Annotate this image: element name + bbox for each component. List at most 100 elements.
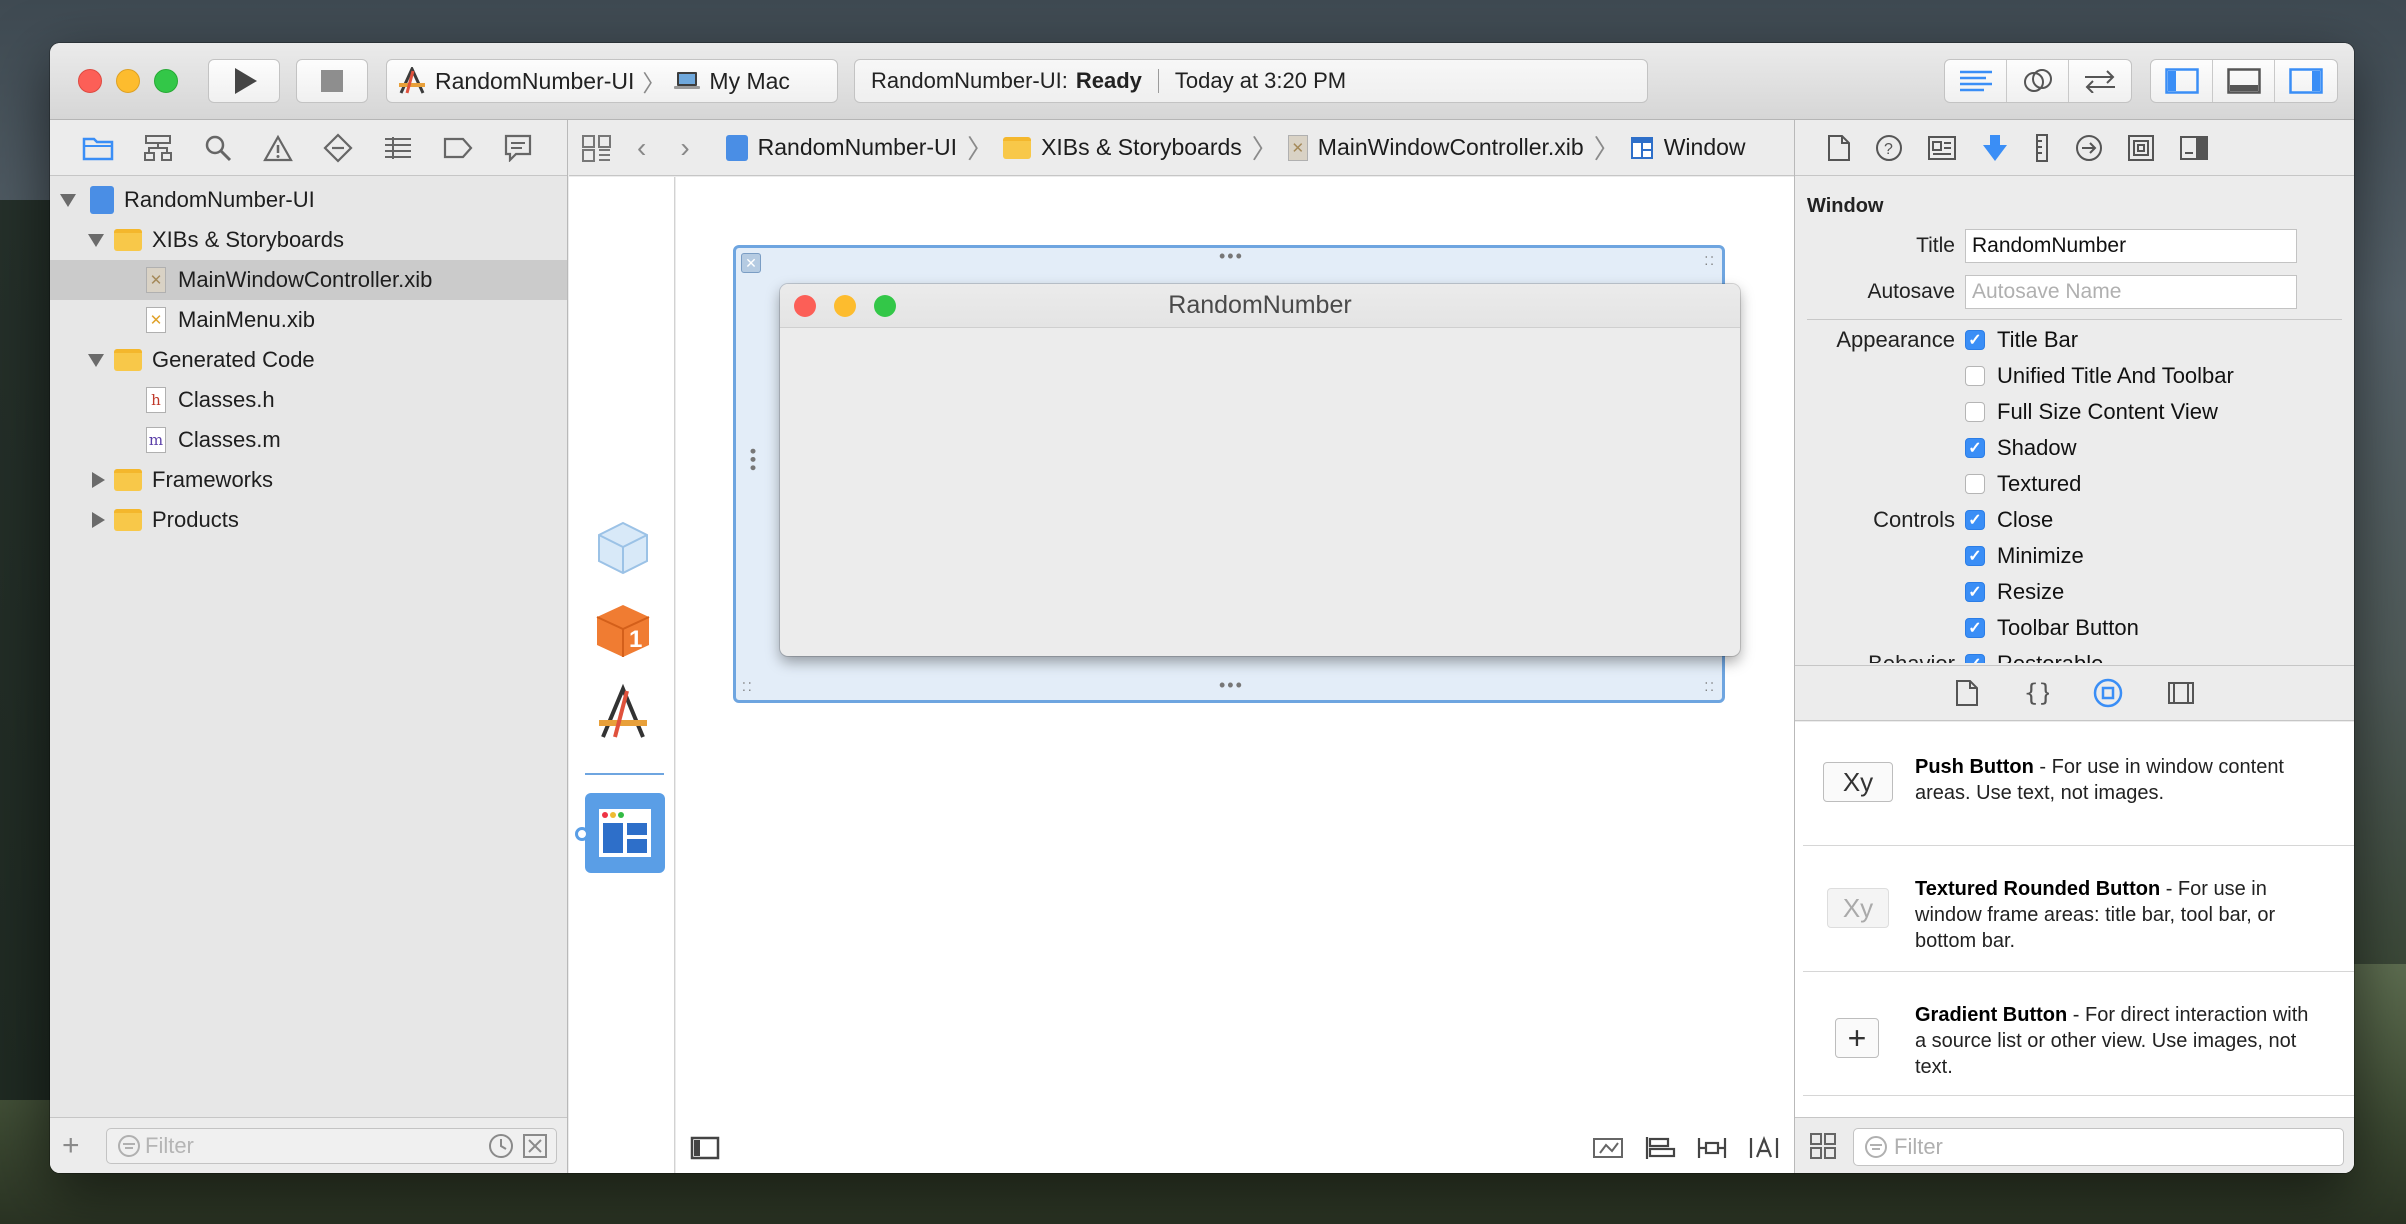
resize-handle-bottom[interactable]: •••	[1219, 675, 1244, 696]
crumb-group[interactable]: XIBs & Storyboards	[1003, 134, 1242, 161]
window-outline-item[interactable]	[585, 793, 665, 873]
stop-button[interactable]	[296, 59, 368, 103]
checkbox[interactable]: ✓	[1965, 582, 1985, 602]
disclosure-triangle-icon[interactable]	[92, 512, 105, 528]
tree-row-project[interactable]: RandomNumber-UI	[50, 180, 567, 220]
minimize-window-button[interactable]	[116, 69, 140, 93]
checkbox[interactable]: ✓	[1965, 654, 1985, 663]
media-library-icon[interactable]	[2167, 681, 2195, 705]
back-icon[interactable]: ‹	[637, 132, 646, 164]
assistant-editor-button[interactable]	[2007, 60, 2069, 102]
library-filter-input[interactable]: Filter	[1853, 1128, 2344, 1166]
crumb-file[interactable]: ✕ MainWindowController.xib	[1287, 134, 1584, 161]
window-selection-frame[interactable]: ✕ ••• ••• ••• ••• ⁚⁚ ⁚⁚ ⁚⁚ RandomNumber	[733, 245, 1740, 703]
toggle-utilities-button[interactable]	[2275, 60, 2337, 102]
tree-row-xibs-group[interactable]: XIBs & Storyboards	[50, 220, 567, 260]
navigator-filter-input[interactable]: Filter	[106, 1128, 557, 1164]
bindings-inspector-icon[interactable]	[2127, 134, 2155, 162]
align-icon[interactable]	[1644, 1135, 1676, 1161]
project-navigator-tab[interactable]	[80, 130, 116, 166]
first-responder-icon[interactable]: 1	[593, 601, 653, 661]
resize-handle-bottom-left[interactable]: ⁚⁚	[742, 680, 754, 694]
resize-handle-top-right[interactable]: ⁚⁚	[1704, 254, 1716, 268]
crumb-project[interactable]: RandomNumber-UI	[725, 134, 957, 161]
tree-row-classes-h[interactable]: h Classes.h	[50, 380, 567, 420]
view-effects-inspector-icon[interactable]	[2179, 135, 2209, 161]
outline-toggle-icon[interactable]	[690, 1136, 720, 1160]
symbol-navigator-tab[interactable]	[140, 130, 176, 166]
file-template-library-icon[interactable]	[1955, 679, 1979, 707]
grid-view-icon[interactable]	[1809, 1132, 1837, 1160]
check-restorable[interactable]: Behavior ✓ Restorable	[1795, 646, 2103, 663]
toggle-navigator-button[interactable]	[2151, 60, 2213, 102]
window-preview[interactable]: RandomNumber	[780, 284, 1740, 656]
check-resize[interactable]: ✓ Resize	[1795, 574, 2064, 610]
scm-filter-icon[interactable]	[522, 1133, 548, 1159]
clock-icon[interactable]	[488, 1133, 514, 1159]
related-items-icon[interactable]	[581, 134, 613, 162]
tree-row-products-group[interactable]: Products	[50, 500, 567, 540]
tree-row-generated-code-group[interactable]: Generated Code	[50, 340, 567, 380]
checkbox[interactable]	[1965, 366, 1985, 386]
check-full-size-content[interactable]: Full Size Content View	[1795, 394, 2218, 430]
checkbox[interactable]	[1965, 474, 1985, 494]
checkbox[interactable]	[1965, 402, 1985, 422]
size-inspector-icon[interactable]	[2033, 133, 2051, 163]
find-navigator-tab[interactable]	[200, 130, 236, 166]
check-toolbar-button[interactable]: ✓ Toolbar Button	[1795, 610, 2139, 646]
scheme-selector[interactable]: RandomNumber-UI 〉 My Mac	[386, 59, 838, 103]
checkbox[interactable]: ✓	[1965, 330, 1985, 350]
resize-handle-top[interactable]: •••	[1219, 246, 1244, 267]
code-snippet-library-icon[interactable]: {}	[2023, 679, 2049, 707]
disclosure-triangle-icon[interactable]	[92, 472, 105, 488]
attributes-inspector-icon[interactable]	[1981, 133, 2009, 163]
tree-row-frameworks-group[interactable]: Frameworks	[50, 460, 567, 500]
library-item-push-button[interactable]: Xy Push Button - For use in window conte…	[1803, 722, 2354, 846]
forward-icon[interactable]: ›	[680, 132, 689, 164]
tree-row-classes-m[interactable]: m Classes.m	[50, 420, 567, 460]
library-item-textured-rounded-button[interactable]: Xy Textured Rounded Button - For use in …	[1803, 846, 2354, 972]
check-minimize[interactable]: ✓ Minimize	[1795, 538, 2084, 574]
close-window-button[interactable]	[78, 69, 102, 93]
autosave-field[interactable]: Autosave Name	[1965, 275, 2297, 309]
connections-inspector-icon[interactable]	[2075, 134, 2103, 162]
check-close[interactable]: Controls ✓ Close	[1795, 502, 2053, 538]
identity-inspector-icon[interactable]	[1927, 135, 1957, 161]
breakpoint-navigator-tab[interactable]	[440, 130, 476, 166]
checkbox[interactable]: ✓	[1965, 438, 1985, 458]
zoom-window-button[interactable]	[154, 69, 178, 93]
crumb-window[interactable]: Window	[1630, 134, 1746, 161]
file-inspector-icon[interactable]	[1827, 134, 1851, 162]
report-navigator-tab[interactable]	[500, 130, 536, 166]
title-field[interactable]: RandomNumber	[1965, 229, 2297, 263]
update-frames-icon[interactable]	[1592, 1135, 1624, 1161]
version-editor-button[interactable]	[2069, 60, 2131, 102]
library-item-gradient-button[interactable]: + Gradient Button - For direct interacti…	[1803, 972, 2354, 1096]
check-unified-title-toolbar[interactable]: Unified Title And Toolbar	[1795, 358, 2234, 394]
run-button[interactable]	[208, 59, 280, 103]
issue-navigator-tab[interactable]	[260, 130, 296, 166]
close-frame-icon[interactable]: ✕	[741, 253, 761, 273]
test-navigator-tab[interactable]	[320, 130, 356, 166]
resize-handle-bottom-right[interactable]: ⁚⁚	[1704, 680, 1716, 694]
add-icon[interactable]: +	[62, 1129, 80, 1163]
resolve-issues-icon[interactable]	[1748, 1135, 1780, 1161]
standard-editor-button[interactable]	[1945, 60, 2007, 102]
resize-handle-left[interactable]: •••	[742, 448, 763, 473]
checkbox[interactable]: ✓	[1965, 546, 1985, 566]
quick-help-icon[interactable]: ?	[1875, 134, 1903, 162]
disclosure-triangle-icon[interactable]	[88, 353, 104, 367]
application-icon[interactable]	[593, 683, 653, 743]
toggle-debug-area-button[interactable]	[2213, 60, 2275, 102]
object-library-icon[interactable]	[2093, 678, 2123, 708]
tree-row-mainmenu-xib[interactable]: ✕ MainMenu.xib	[50, 300, 567, 340]
check-shadow[interactable]: ✓ Shadow	[1795, 430, 2077, 466]
check-title-bar[interactable]: Appearance ✓ Title Bar	[1795, 322, 2078, 358]
placeholder-cube-icon[interactable]	[593, 517, 653, 577]
tree-row-mainwindowcontroller-xib[interactable]: ✕ MainWindowController.xib	[50, 260, 567, 300]
pin-icon[interactable]	[1696, 1135, 1728, 1161]
checkbox[interactable]: ✓	[1965, 510, 1985, 530]
debug-navigator-tab[interactable]	[380, 130, 416, 166]
checkbox[interactable]: ✓	[1965, 618, 1985, 638]
interface-builder-canvas[interactable]: ✕ ••• ••• ••• ••• ⁚⁚ ⁚⁚ ⁚⁚ RandomNumber	[676, 177, 1794, 1173]
